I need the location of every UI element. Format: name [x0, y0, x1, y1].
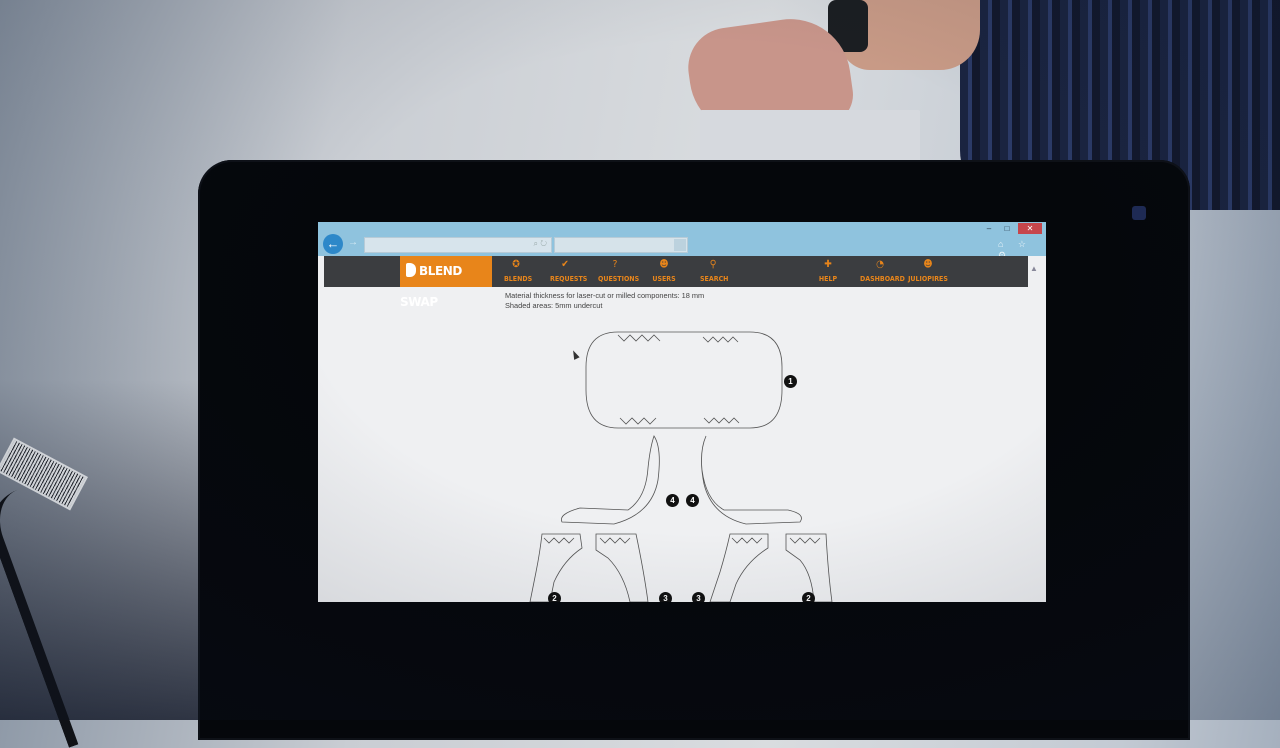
leg-back-right	[709, 533, 769, 602]
seat-outline	[585, 331, 783, 429]
part-number-badge: 4	[666, 494, 679, 507]
part-number-badge: 2	[802, 592, 815, 602]
part-number-badge: 2	[548, 592, 561, 602]
part-number-badge: 3	[659, 592, 672, 602]
seat-hatch	[617, 334, 740, 425]
part-number-badge: 1	[784, 375, 797, 388]
chair-cutting-plan	[529, 331, 833, 602]
webcam	[1132, 206, 1146, 220]
browser-window: – □ ✕ ← → ⌕ ↻ ⌂ ☆ ⚙ BLEND SWAP ✪ BLENDS …	[318, 222, 1046, 602]
back-support-left	[561, 435, 660, 525]
leg-back-left	[595, 533, 649, 602]
paper-sheet	[700, 110, 920, 166]
back-support-right	[701, 435, 802, 525]
part-number-badge: 4	[686, 494, 699, 507]
part-number-badge: 3	[692, 592, 705, 602]
leg-hatch	[543, 537, 821, 544]
